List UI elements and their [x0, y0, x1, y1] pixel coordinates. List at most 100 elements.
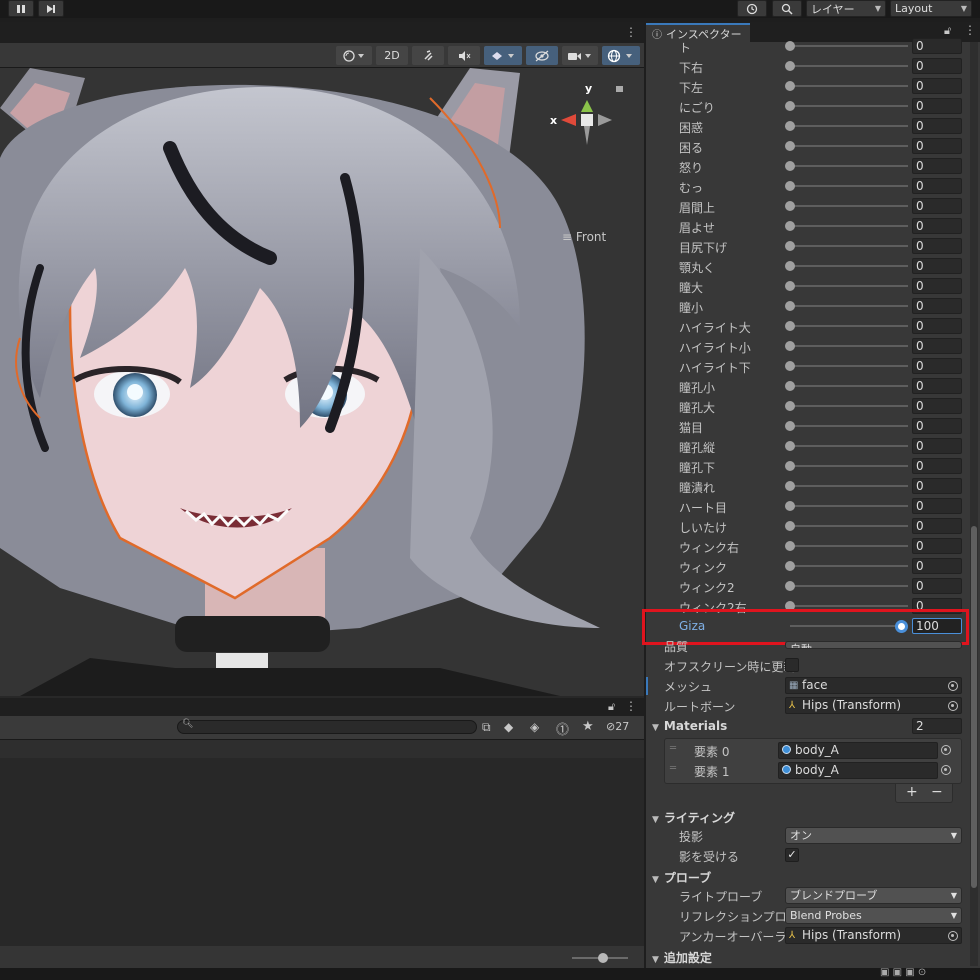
blendshape-slider-track[interactable] [790, 325, 908, 327]
blendshape-slider-track[interactable] [790, 165, 908, 167]
blendshape-slider-knob[interactable] [785, 221, 795, 231]
blendshape-slider-track[interactable] [790, 145, 908, 147]
effects-toggle-button[interactable] [484, 46, 522, 65]
blendshape-slider-track[interactable] [790, 565, 908, 567]
blendshape-slider-knob[interactable] [785, 561, 795, 571]
root-bone-field[interactable]: ⅄ Hips (Transform) [785, 697, 962, 714]
camera-settings-button[interactable] [562, 46, 598, 65]
blendshape-value-field[interactable]: 0 [912, 98, 962, 114]
blendshape-value-field[interactable]: 0 [912, 298, 962, 314]
blendshape-slider-knob[interactable] [785, 101, 795, 111]
blendshape-slider-track[interactable] [790, 285, 908, 287]
blendshape-slider-knob[interactable] [785, 401, 795, 411]
shading-mode-button[interactable] [336, 46, 372, 65]
blendshape-slider-track[interactable] [790, 365, 908, 367]
blendshape-value-field[interactable]: 0 [912, 138, 962, 154]
drag-handle-icon[interactable]: ═ [670, 763, 676, 774]
inspector-scrollbar-thumb[interactable] [971, 526, 977, 888]
object-picker-icon[interactable] [941, 745, 951, 755]
blendshape-slider-knob[interactable] [785, 381, 795, 391]
blendshape-slider-track[interactable] [790, 525, 908, 527]
blendshape-value-field[interactable]: 0 [912, 58, 962, 74]
blendshape-value-field[interactable]: 0 [912, 458, 962, 474]
blendshape-slider-knob[interactable] [785, 141, 795, 151]
object-picker-icon[interactable] [941, 765, 951, 775]
favorite-star-icon[interactable]: ★ [582, 719, 594, 734]
blendshape-value-field[interactable]: 0 [912, 578, 962, 594]
blendshape-slider-knob[interactable] [785, 181, 795, 191]
offscreen-checkbox[interactable] [785, 658, 799, 672]
blendshape-slider-track[interactable] [790, 205, 908, 207]
blendshape-slider-track[interactable] [790, 225, 908, 227]
blendshape-value-field[interactable]: 0 [912, 438, 962, 454]
blendshape-slider-track[interactable] [790, 485, 908, 487]
blendshape-slider-track[interactable] [790, 445, 908, 447]
search-button[interactable] [772, 0, 802, 17]
remove-element-button[interactable]: − [931, 784, 943, 800]
blendshape-slider-knob[interactable] [785, 461, 795, 471]
blendshape-slider-knob[interactable] [785, 421, 795, 431]
blendshape-slider-track[interactable] [790, 385, 908, 387]
blendshape-value-field[interactable]: 0 [912, 78, 962, 94]
blendshape-slider-track[interactable] [790, 45, 908, 47]
blendshape-value-field[interactable]: 0 [912, 318, 962, 334]
layout-dropdown[interactable]: Layout ▼ [890, 0, 972, 17]
pause-button[interactable] [8, 0, 34, 17]
anchor-override-field[interactable]: ⅄ Hips (Transform) [785, 927, 962, 944]
blendshape-value-field[interactable]: 0 [912, 158, 962, 174]
blendshape-value-field[interactable]: 0 [912, 538, 962, 554]
blendshape-slider-track[interactable] [790, 605, 908, 607]
mesh-field[interactable]: ▦ face [785, 677, 962, 694]
blendshape-value-field[interactable]: 0 [912, 38, 962, 54]
blendshape-slider-track[interactable] [790, 505, 908, 507]
blendshape-slider-knob[interactable] [785, 61, 795, 71]
light-probe-dropdown[interactable]: ブレンドプローブ ▼ [785, 887, 962, 904]
blendshape-slider-knob[interactable] [785, 441, 795, 451]
blendshape-slider-knob[interactable] [785, 361, 795, 371]
drag-handle-icon[interactable]: ═ [670, 743, 676, 754]
blendshape-value-field[interactable]: 0 [912, 258, 962, 274]
blendshape-slider-track[interactable] [790, 465, 908, 467]
audio-toggle-button[interactable] [448, 46, 480, 65]
blendshape-slider-knob[interactable] [785, 541, 795, 551]
blendshape-slider-knob[interactable] [785, 201, 795, 211]
blendshape-slider-knob[interactable] [785, 261, 795, 271]
blendshape-value-field[interactable]: 0 [912, 238, 962, 254]
blendshape-slider-knob[interactable] [785, 581, 795, 591]
materials-count-field[interactable]: 2 [912, 718, 962, 734]
label-filter-icon[interactable]: ◈ [530, 720, 539, 734]
project-search-input[interactable]: 🔍︎ [177, 719, 477, 734]
add-element-button[interactable]: + [906, 784, 918, 800]
blendshape-value-field[interactable]: 0 [912, 358, 962, 374]
blendshape-value-field[interactable]: 0 [912, 498, 962, 514]
blendshape-slider-knob[interactable] [785, 301, 795, 311]
tab-inspector[interactable]: ⓘ インスペクター [646, 23, 750, 42]
blendshape-slider-knob[interactable] [785, 321, 795, 331]
blendshape-slider-track[interactable] [790, 405, 908, 407]
blendshape-slider-track[interactable] [790, 265, 908, 267]
blendshape-slider-knob[interactable] [785, 481, 795, 491]
blendshape-slider-knob[interactable] [785, 41, 795, 51]
object-picker-icon[interactable] [948, 701, 958, 711]
blendshape-value-field[interactable]: 0 [912, 398, 962, 414]
more-options-icon[interactable]: ⋮ [625, 25, 637, 39]
receive-shadows-checkbox[interactable]: ✓ [785, 848, 799, 862]
blendshape-slider-track[interactable] [790, 425, 908, 427]
object-picker-icon[interactable] [948, 931, 958, 941]
lighting-foldout[interactable]: ▼ ライティング [652, 809, 735, 826]
layers-dropdown[interactable]: レイヤー ▼ [806, 0, 886, 17]
scene-visibility-button[interactable] [526, 46, 558, 65]
lock-icon[interactable]: 🔓︎ [944, 24, 951, 38]
scene-viewport[interactable]: y x ≡ Front [0, 68, 644, 696]
blendshape-slider-track[interactable] [790, 125, 908, 127]
blendshape-slider-track[interactable] [790, 305, 908, 307]
additional-settings-foldout[interactable]: ▼ 追加設定 [652, 949, 712, 966]
blendshape-value-field[interactable]: 0 [912, 338, 962, 354]
quality-dropdown[interactable]: 自動 [785, 641, 962, 649]
blendshape-value-field[interactable]: 0 [912, 518, 962, 534]
blendshape-slider-knob[interactable] [785, 281, 795, 291]
warning-icon[interactable]: ⓵ [556, 719, 569, 738]
blendshape-slider-track[interactable] [790, 545, 908, 547]
view-orientation-label[interactable]: ≡ Front [562, 230, 606, 244]
blendshape-value-field[interactable]: 0 [912, 118, 962, 134]
